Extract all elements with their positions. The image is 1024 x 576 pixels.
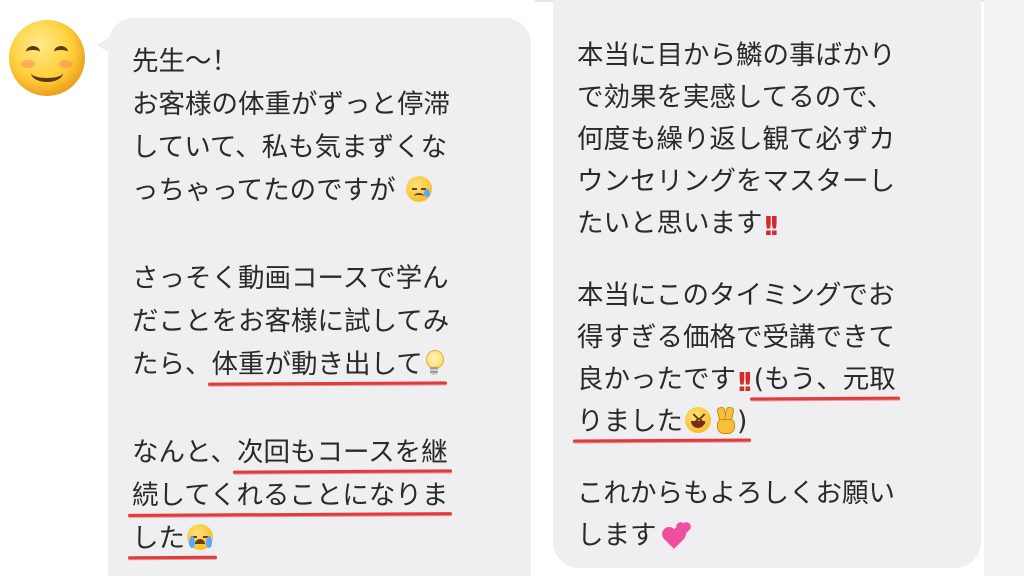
underlined-highlight: 体重が動き出して <box>212 343 444 386</box>
message-line: 得すぎる価格で受講できて <box>577 322 895 353</box>
message-line: 本当にこのタイミングでお <box>577 280 895 311</box>
message-line: 続してくれることになりま <box>132 474 448 517</box>
message-line: していて、私も気まずくな <box>132 132 448 163</box>
grinning-squinting-face-icon <box>685 407 711 433</box>
message-line: ウンセリングをマスターし <box>577 166 895 197</box>
chat-screenshot: 先生〜！ お客様の体重がずっと停滞 していて、私も気まずくな っちゃってたのです… <box>0 0 1024 576</box>
message-line: りました) <box>577 400 747 443</box>
message-line: した <box>132 517 213 560</box>
message-line: これからもよろしくお願い <box>577 478 895 509</box>
message-line: 良かったです!! (もう、元取 <box>577 358 896 405</box>
underlined-highlight: 次回もコースを継 <box>237 431 448 474</box>
message-line: お客様の体重がずっと停滞 <box>132 89 450 120</box>
message-line: 何度も繰り返し観て必ずカ <box>577 124 895 155</box>
message-line: 先生〜！ <box>132 46 238 77</box>
avatar-left-eye <box>26 46 40 58</box>
avatar-mouth <box>31 64 63 82</box>
message-line: さっそく動画コースで学ん <box>132 263 449 294</box>
underlined-highlight: 続してくれることになりま <box>132 474 448 517</box>
message-line: で効果を実感してるので、 <box>577 82 894 113</box>
message-line: します <box>577 514 690 557</box>
double-exclamation-icon: !! <box>762 212 781 242</box>
message-line: たら、体重が動き出して <box>132 343 444 386</box>
loudly-crying-face-icon <box>187 524 213 550</box>
message-line: たいと思います!! <box>577 202 780 249</box>
message-line: だことをお客様に試してみ <box>132 306 450 337</box>
avatar-right-eye <box>54 46 68 58</box>
two-hearts-icon <box>659 521 690 549</box>
underlined-highlight: (もう、元取 <box>754 358 896 401</box>
message-line: っちゃってたのですが <box>132 169 433 212</box>
victory-hand-icon <box>713 406 737 434</box>
message-line: 本当に目から鱗の事ばかり <box>577 40 896 71</box>
underlined-highlight: りました) <box>577 400 747 443</box>
underlined-highlight: した <box>132 517 213 560</box>
message-bubble-left[interactable]: 先生〜！ お客様の体重がずっと停滞 していて、私も気まずくな っちゃってたのです… <box>108 18 531 576</box>
right-edge-strip <box>984 0 1024 576</box>
crying-face-icon <box>406 176 433 202</box>
smiling-face-emoji-avatar[interactable] <box>9 20 85 96</box>
message-line: なんと、次回もコースを継 <box>132 431 448 474</box>
light-bulb-icon <box>425 350 444 376</box>
double-exclamation-icon: !! <box>736 368 754 398</box>
message-bubble-right[interactable]: 本当に目から鱗の事ばかり で効果を実感してるので、 何度も繰り返し観て必ずカ ウ… <box>553 0 981 568</box>
